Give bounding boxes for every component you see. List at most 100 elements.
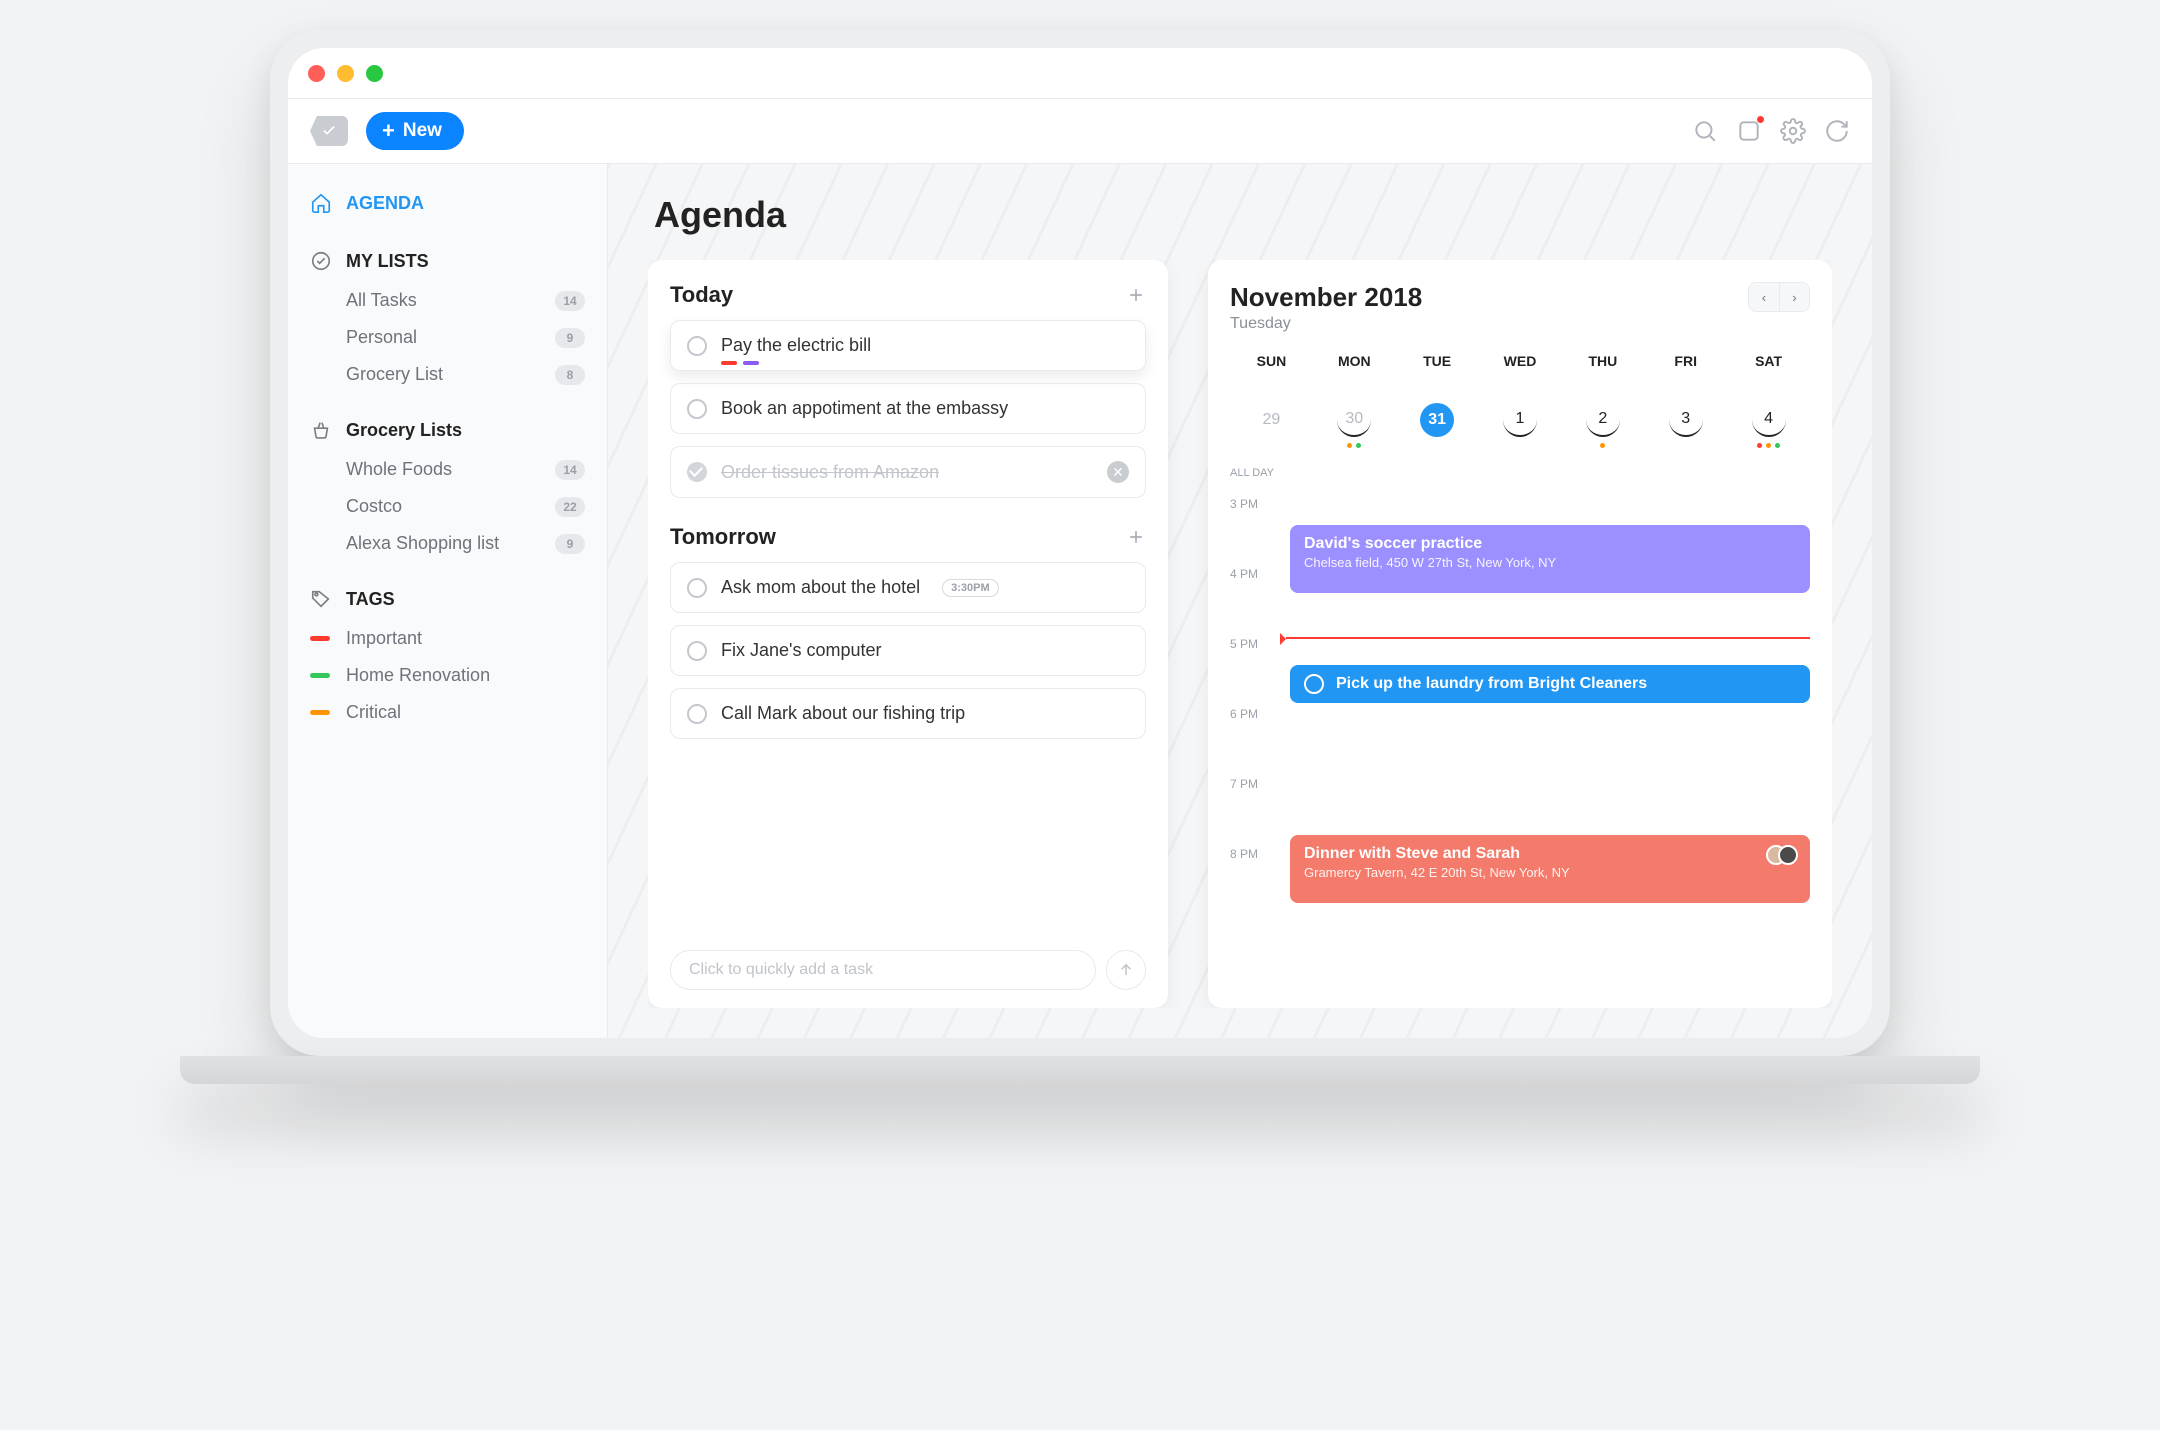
sidebar-item-alltasks[interactable]: All Tasks14: [288, 282, 607, 319]
sidebar-item-costco[interactable]: Costco22: [288, 488, 607, 525]
tasks-panel: Today Pay the electric bill Book an appot…: [648, 260, 1168, 1008]
new-button[interactable]: + New: [366, 112, 464, 150]
sidebar-tag-item[interactable]: Important: [288, 620, 607, 657]
calendar-day[interactable]: 29: [1230, 403, 1313, 449]
today-header: Today: [670, 282, 1146, 308]
sidebar-item-wholefoods[interactable]: Whole Foods14: [288, 451, 607, 488]
plus-icon: +: [382, 120, 395, 142]
check-circle-icon: [310, 250, 332, 272]
sync-icon[interactable]: [1824, 118, 1850, 144]
count-badge: 9: [555, 534, 585, 554]
quick-add-submit[interactable]: [1106, 950, 1146, 990]
sidebar-agenda-label: AGENDA: [346, 193, 424, 214]
task-checkbox[interactable]: [687, 641, 707, 661]
task-checkbox[interactable]: [687, 704, 707, 724]
event-title: David's soccer practice: [1304, 535, 1796, 553]
calendar-event[interactable]: Pick up the laundry from Bright Cleaners: [1290, 665, 1810, 703]
search-icon[interactable]: [1692, 118, 1718, 144]
toolbar: + New: [288, 98, 1872, 164]
hour-label: 8 PM: [1230, 847, 1258, 861]
calendar-day[interactable]: 31: [1396, 403, 1479, 449]
calendar-day[interactable]: 4: [1727, 403, 1810, 449]
calendar-dow: WED: [1479, 353, 1562, 369]
calendar-day[interactable]: 1: [1479, 403, 1562, 449]
calendar-dow: FRI: [1644, 353, 1727, 369]
tag-icon: [310, 588, 332, 610]
app-logo-icon[interactable]: [310, 116, 348, 146]
task-checkbox[interactable]: [687, 336, 707, 356]
task-checkbox[interactable]: [687, 399, 707, 419]
app-window: + New AGENDA MY LISTS All Tasks14 Per: [288, 48, 1872, 1038]
task-text: Order tissues from Amazon: [721, 462, 939, 483]
window-fullscreen-icon[interactable]: [366, 65, 383, 82]
tag-label: Home Renovation: [346, 665, 490, 686]
count-badge: 14: [555, 291, 585, 311]
allday-label: ALL DAY: [1230, 467, 1810, 479]
task-item[interactable]: Call Mark about our fishing trip: [670, 688, 1146, 739]
sidebar-tags-label: TAGS: [346, 589, 395, 610]
sidebar-section-mylists[interactable]: MY LISTS: [288, 240, 607, 282]
add-today-icon[interactable]: [1126, 285, 1146, 305]
task-item[interactable]: Pay the electric bill: [670, 320, 1146, 371]
calendar-event[interactable]: David's soccer practice Chelsea field, 45…: [1290, 525, 1810, 593]
hour-label: 7 PM: [1230, 777, 1258, 791]
task-item[interactable]: Ask mom about the hotel3:30PM: [670, 562, 1146, 613]
calendar-timeline: 3 PM4 PM5 PM6 PM7 PM8 PM David's soccer …: [1230, 497, 1810, 990]
event-title: Pick up the laundry from Bright Cleaners: [1336, 675, 1647, 693]
tomorrow-header: Tomorrow: [670, 524, 1146, 550]
today-title: Today: [670, 282, 733, 308]
event-title: Dinner with Steve and Sarah: [1304, 845, 1796, 863]
inbox-icon[interactable]: [1736, 118, 1762, 144]
calendar-day[interactable]: 30: [1313, 403, 1396, 449]
sidebar-tag-item[interactable]: Critical: [288, 694, 607, 731]
window-close-icon[interactable]: [308, 65, 325, 82]
sidebar-item-agenda[interactable]: AGENDA: [288, 182, 607, 224]
main-content: Agenda Today Pay the electric billBook a…: [608, 164, 1872, 1038]
task-text: Book an appotiment at the embassy: [721, 398, 1008, 419]
basket-icon: [310, 419, 332, 441]
calendar-day[interactable]: 2: [1561, 403, 1644, 449]
quick-add-input[interactable]: [670, 950, 1096, 990]
event-checkbox[interactable]: [1304, 674, 1324, 694]
calendar-prev-button[interactable]: ‹: [1749, 283, 1779, 311]
task-text: Call Mark about our fishing trip: [721, 703, 965, 724]
sidebar-item-alexa[interactable]: Alexa Shopping list9: [288, 525, 607, 562]
quick-add: [670, 950, 1146, 990]
sidebar-section-grocerylists[interactable]: Grocery Lists: [288, 409, 607, 451]
window-minimize-icon[interactable]: [337, 65, 354, 82]
tag-color-icon: [310, 673, 330, 678]
sidebar-tag-item[interactable]: Home Renovation: [288, 657, 607, 694]
calendar-dow: SAT: [1727, 353, 1810, 369]
task-checkbox[interactable]: [687, 462, 707, 482]
calendar-day[interactable]: 3: [1644, 403, 1727, 449]
panels: Today Pay the electric bill Book an appot…: [648, 260, 1832, 1008]
task-text: Ask mom about the hotel: [721, 577, 920, 598]
task-close-icon[interactable]: ✕: [1107, 461, 1129, 483]
calendar-subtitle: Tuesday: [1230, 315, 1422, 333]
event-subtitle: Gramercy Tavern, 42 E 20th St, New York,…: [1304, 865, 1796, 880]
tomorrow-title: Tomorrow: [670, 524, 776, 550]
calendar-header: November 2018 Tuesday ‹ ›: [1230, 282, 1810, 333]
task-checkbox[interactable]: [687, 578, 707, 598]
task-item[interactable]: Fix Jane's computer: [670, 625, 1146, 676]
calendar-nav: ‹ ›: [1748, 282, 1810, 312]
count-badge: 9: [555, 328, 585, 348]
sidebar-item-grocerylist[interactable]: Grocery List8: [288, 356, 607, 393]
sidebar-item-personal[interactable]: Personal9: [288, 319, 607, 356]
calendar-event[interactable]: Dinner with Steve and Sarah Gramercy Tave…: [1290, 835, 1810, 903]
hour-label: 3 PM: [1230, 497, 1258, 511]
app-body: AGENDA MY LISTS All Tasks14 Personal9 Gr…: [288, 164, 1872, 1038]
event-avatars: [1774, 845, 1798, 865]
gear-icon[interactable]: [1780, 118, 1806, 144]
mac-window-controls: [288, 48, 1872, 98]
sidebar-section-tags[interactable]: TAGS: [288, 578, 607, 620]
count-badge: 8: [555, 365, 585, 385]
task-item[interactable]: Order tissues from Amazon ✕: [670, 446, 1146, 498]
task-text: Fix Jane's computer: [721, 640, 882, 661]
add-tomorrow-icon[interactable]: [1126, 527, 1146, 547]
event-subtitle: Chelsea field, 450 W 27th St, New York, …: [1304, 555, 1796, 570]
task-item[interactable]: Book an appotiment at the embassy: [670, 383, 1146, 434]
calendar-next-button[interactable]: ›: [1779, 283, 1809, 311]
calendar-week-header: SUNMONTUEWEDTHUFRISAT: [1230, 353, 1810, 369]
calendar-dow: THU: [1561, 353, 1644, 369]
